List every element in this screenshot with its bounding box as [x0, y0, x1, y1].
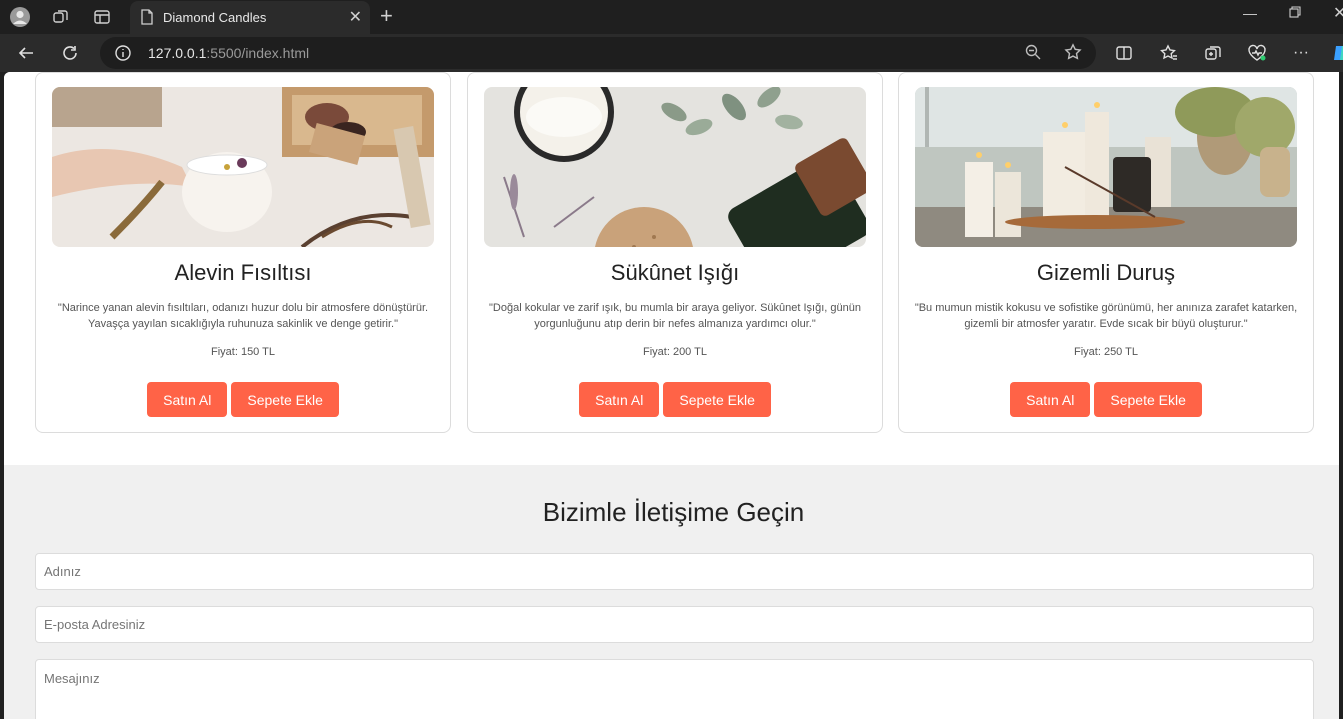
add-to-cart-button[interactable]: Sepete Ekle [663, 382, 771, 417]
add-to-cart-button[interactable]: Sepete Ekle [231, 382, 339, 417]
product-actions: Satın Al Sepete Ekle [899, 382, 1313, 417]
close-window-icon[interactable]: ✕ [1333, 3, 1343, 23]
products-section: Alevin Fısıltısı "Narince yanan alevin f… [4, 72, 1343, 465]
product-price: Fiyat: 150 TL [211, 346, 275, 358]
favorite-star-icon[interactable] [1064, 43, 1082, 66]
more-options-icon[interactable]: ··· [1289, 41, 1313, 65]
product-image [52, 87, 434, 247]
product-actions: Satın Al Sepete Ekle [36, 382, 450, 417]
zoom-icon[interactable] [1024, 43, 1042, 66]
new-tab-icon[interactable]: + [380, 3, 393, 29]
buy-button[interactable]: Satın Al [579, 382, 660, 417]
product-description: "Doğal kokular ve zarif ışık, bu mumla b… [489, 302, 861, 330]
refresh-icon[interactable] [58, 41, 82, 65]
page-viewport: Alevin Fısıltısı "Narince yanan alevin f… [4, 72, 1343, 719]
product-card: Sükûnet Işığı "Doğal kokular ve zarif ış… [467, 72, 883, 433]
profile-avatar-icon[interactable] [8, 5, 32, 29]
product-card: Alevin Fısıltısı "Narince yanan alevin f… [35, 72, 451, 433]
email-input[interactable] [35, 606, 1314, 643]
scrollbar[interactable] [1339, 72, 1343, 719]
product-title: Sükûnet Işığı [610, 260, 740, 285]
buy-button[interactable]: Satın Al [1010, 382, 1091, 417]
address-bar: 127.0.0.1:5500/index.html ··· [0, 34, 1343, 72]
favorites-icon[interactable] [1157, 41, 1181, 65]
restore-icon[interactable] [1289, 5, 1301, 21]
product-actions: Satın Al Sepete Ekle [468, 382, 882, 417]
split-screen-icon[interactable] [1112, 41, 1136, 65]
close-tab-icon[interactable]: ✕ [349, 7, 362, 27]
tab-title: Diamond Candles [163, 10, 267, 25]
message-textarea[interactable] [35, 659, 1314, 719]
product-description: "Narince yanan alevin fısıltıları, odanı… [57, 302, 429, 330]
product-image [484, 87, 866, 247]
workspaces-icon[interactable] [49, 5, 73, 29]
tab-bar: Diamond Candles ✕ + — ✕ [0, 0, 1343, 34]
contact-title: Bizimle İletişime Geçin [542, 497, 805, 527]
tab-actions-icon[interactable] [90, 5, 114, 29]
url-field[interactable]: 127.0.0.1:5500/index.html [100, 37, 1096, 69]
page-icon [140, 9, 154, 28]
site-info-icon[interactable] [114, 44, 132, 67]
browser-essentials-icon[interactable] [1245, 41, 1269, 65]
tab-diamond-candles[interactable]: Diamond Candles ✕ [130, 1, 370, 34]
add-to-cart-button[interactable]: Sepete Ekle [1094, 382, 1202, 417]
product-image [915, 87, 1297, 247]
product-price: Fiyat: 250 TL [1074, 346, 1138, 358]
url-text: 127.0.0.1:5500/index.html [148, 45, 310, 61]
collections-icon[interactable] [1201, 41, 1225, 65]
product-title: Alevin Fısıltısı [174, 260, 312, 285]
name-input[interactable] [35, 553, 1314, 590]
product-title: Gizemli Duruş [1036, 260, 1176, 285]
product-description: "Bu mumun mistik kokusu ve sofistike gör… [914, 302, 1298, 330]
product-price: Fiyat: 200 TL [643, 346, 707, 358]
product-card: Gizemli Duruş "Bu mumun mistik kokusu ve… [898, 72, 1314, 433]
minimize-icon[interactable]: — [1243, 5, 1257, 21]
copilot-icon[interactable] [1329, 41, 1343, 65]
back-icon[interactable] [14, 41, 38, 65]
buy-button[interactable]: Satın Al [147, 382, 228, 417]
